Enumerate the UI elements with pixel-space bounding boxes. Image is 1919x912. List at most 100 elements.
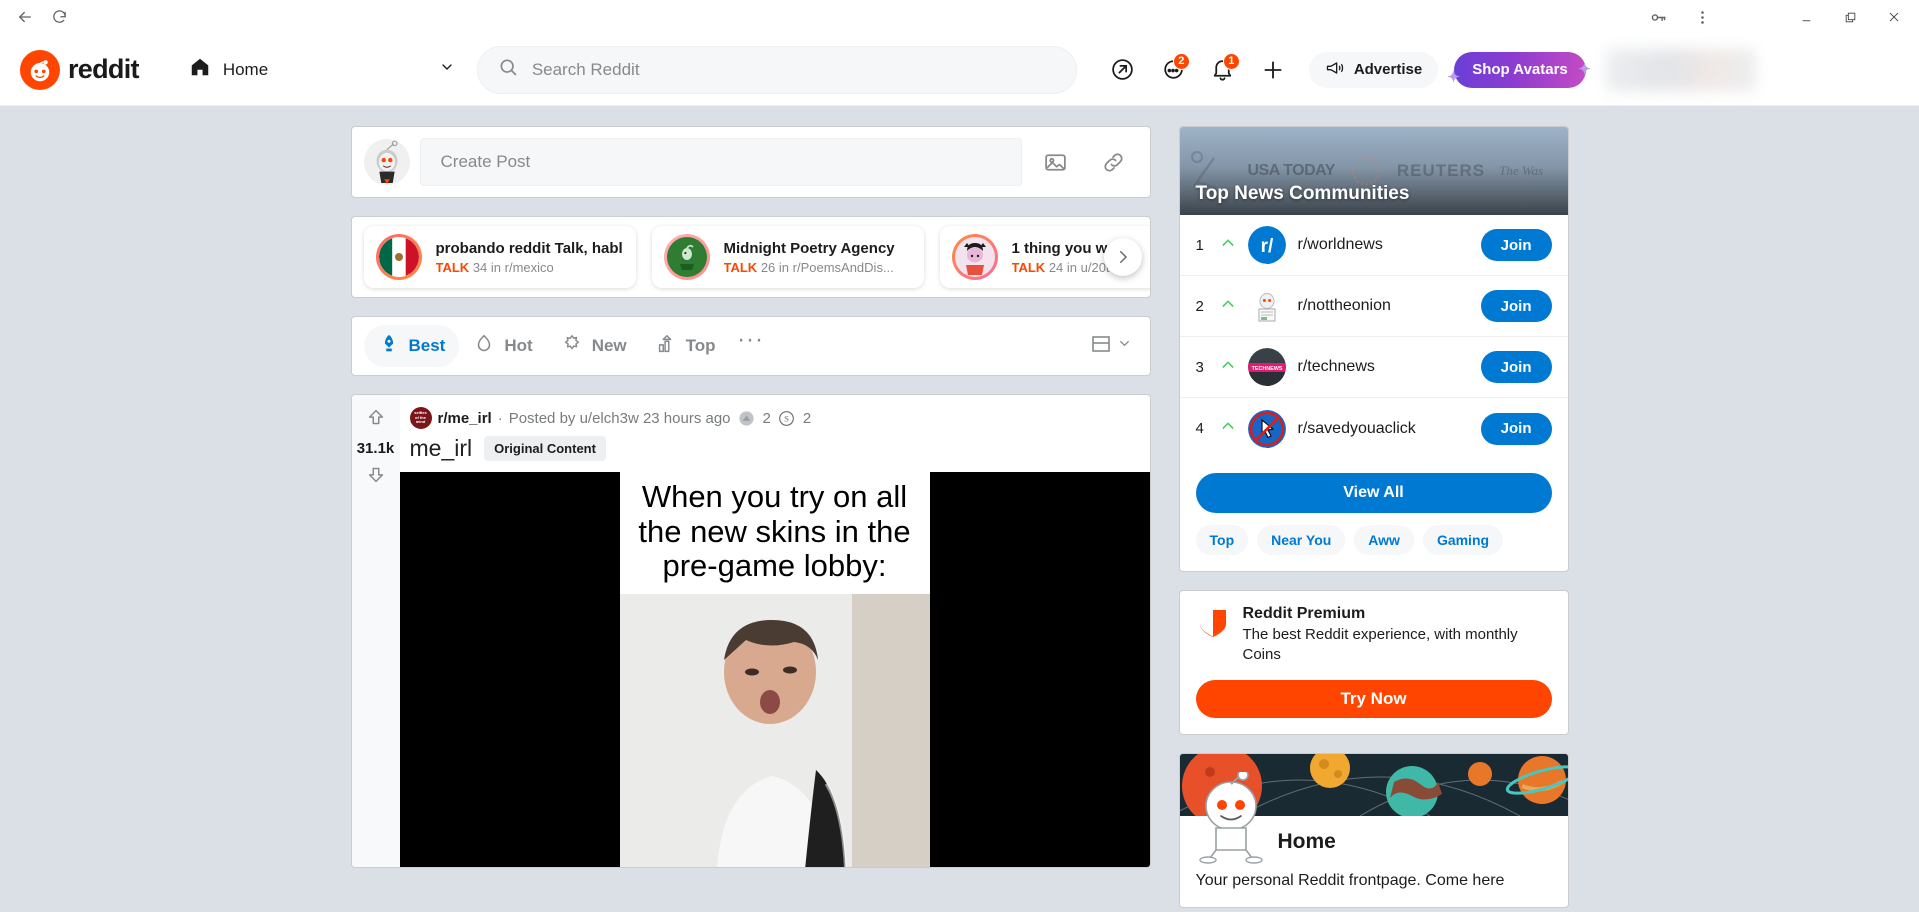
reddit-r-slash-icon: r/: [1247, 226, 1286, 264]
join-button[interactable]: Join: [1480, 229, 1552, 261]
flame-icon: [473, 333, 495, 360]
premium-title: Reddit Premium: [1242, 605, 1366, 622]
main-feed: probando reddit Talk, habl TALK 34 in r/…: [350, 126, 1151, 912]
reuters-logo: REUTERS: [1396, 161, 1486, 180]
search-icon: [498, 57, 518, 82]
sort-tab-best[interactable]: Best: [363, 325, 460, 367]
advertise-button[interactable]: Advertise: [1308, 51, 1439, 88]
link-icon[interactable]: [1090, 138, 1138, 186]
rocket-icon: [378, 333, 400, 360]
community-rank: 3: [1195, 358, 1204, 376]
community-row[interactable]: 4 r/savedyouaclick Join: [1180, 398, 1568, 459]
shop-avatars-button[interactable]: ✦ ✦ Shop Avatars: [1447, 51, 1591, 88]
community-rank: 1: [1195, 236, 1204, 254]
chevron-right-icon[interactable]: [1103, 238, 1142, 276]
reload-icon[interactable]: [42, 2, 76, 32]
try-now-button[interactable]: Try Now: [1195, 679, 1552, 718]
coin-award-icon[interactable]: S: [777, 408, 797, 428]
talk-card[interactable]: Midnight Poetry Agency TALK 26 in r/Poem…: [651, 226, 924, 288]
close-icon[interactable]: [1873, 1, 1915, 33]
silver-award-icon[interactable]: [737, 408, 757, 428]
chip-top[interactable]: Top: [1195, 525, 1249, 555]
view-all-button[interactable]: View All: [1195, 473, 1552, 513]
search-bar[interactable]: [476, 45, 1077, 94]
sort-tab-new[interactable]: New: [547, 325, 641, 367]
home-card-body: Home Your personal Reddit frontpage. Com…: [1180, 768, 1568, 908]
upvote-caret-icon: [1220, 418, 1236, 439]
plus-icon[interactable]: [1251, 48, 1295, 92]
meme-photo: [619, 594, 930, 867]
header-actions: 2 1 Advertise ✦ ✦ Shop Avatars: [1101, 48, 1756, 92]
chat-badge: 2: [1172, 52, 1190, 70]
silver-award-count: 2: [762, 409, 771, 427]
back-arrow-icon[interactable]: [8, 2, 42, 32]
reddit-logo-icon: [20, 49, 60, 90]
talk-listeners: 24 in u/20t: [1048, 259, 1110, 275]
user-avatar-menu[interactable]: [1605, 48, 1756, 91]
community-rank: 2: [1195, 297, 1204, 315]
create-post-input[interactable]: [419, 138, 1022, 186]
user-avatar-snoo[interactable]: [363, 139, 410, 185]
post-author-time: Posted by u/elch3w 23 hours ago: [508, 409, 731, 427]
minimize-icon[interactable]: [1785, 1, 1827, 33]
key-icon[interactable]: [1641, 2, 1675, 32]
talk-title: probando reddit Talk, habl: [435, 239, 623, 257]
upvote-caret-icon: [1220, 296, 1236, 317]
premium-description: The best Reddit experience, with monthly…: [1242, 626, 1518, 664]
downvote-arrow-icon[interactable]: [365, 463, 387, 490]
community-name: r/nottheonion: [1297, 297, 1391, 314]
post-main: selfies of the mind r/me_irl · Posted by u…: [399, 395, 1150, 867]
create-post-bar: [350, 126, 1151, 198]
restore-icon[interactable]: [1829, 1, 1871, 33]
talk-card[interactable]: probando reddit Talk, habl TALK 34 in r/…: [363, 226, 636, 288]
community-name: r/technews: [1297, 358, 1375, 375]
layout-switcher[interactable]: [1089, 332, 1138, 361]
subreddit-avatar: selfies of the mind: [409, 407, 432, 429]
subreddit-link[interactable]: r/me_irl: [438, 410, 492, 427]
green-snoo-avatar: [663, 234, 710, 280]
sort-tab-hot[interactable]: Hot: [459, 325, 546, 367]
vote-count: 31.1k: [356, 440, 395, 457]
washington-post-logo: The Was: [1499, 163, 1544, 178]
vote-column: 31.1k: [351, 395, 400, 867]
community-row[interactable]: 1 r/ r/worldnews Join: [1179, 215, 1568, 276]
bell-icon[interactable]: 1: [1201, 48, 1245, 92]
search-input[interactable]: [531, 59, 1056, 80]
post-title[interactable]: me_irl: [410, 435, 473, 462]
sort-tab-label: Top: [685, 336, 716, 355]
community-dropdown[interactable]: Home: [177, 47, 467, 93]
community-row[interactable]: 2 r/nottheonion Join: [1179, 276, 1568, 337]
svg-text:r/: r/: [1260, 236, 1273, 257]
chip-near-you[interactable]: Near You: [1257, 525, 1346, 555]
image-icon[interactable]: [1032, 138, 1080, 186]
reddit-logo[interactable]: reddit: [20, 49, 140, 90]
advertise-label: Advertise: [1353, 61, 1423, 78]
sparkle-icon: ✦: [1447, 68, 1460, 86]
sort-tab-label: Best: [408, 336, 446, 355]
megaphone-icon: [1325, 58, 1345, 82]
reddit-header: reddit Home 2 1: [0, 34, 1919, 106]
chip-aww[interactable]: Aww: [1354, 525, 1414, 555]
community-row[interactable]: 3 TECHNEWS r/technews Join: [1179, 337, 1568, 398]
premium-shield-icon: [1196, 605, 1230, 666]
news-card-title: Top News Communities: [1195, 183, 1410, 204]
upvote-arrow-icon[interactable]: [365, 407, 387, 434]
community-rank: 4: [1195, 420, 1204, 437]
chip-gaming[interactable]: Gaming: [1422, 525, 1504, 555]
top-news-communities-card: USA TODAY REUTERS The Was Top News Commu…: [1178, 126, 1569, 572]
kebab-menu-icon[interactable]: [1685, 2, 1719, 32]
meme-image: When you try on all the new skins in the…: [619, 472, 930, 867]
join-button[interactable]: Join: [1480, 412, 1552, 445]
shop-avatars-label: Shop Avatars: [1472, 61, 1568, 78]
popular-icon[interactable]: [1101, 48, 1145, 92]
chat-bubble-icon[interactable]: 2: [1151, 48, 1195, 92]
category-chips: Top Near You Aww Gaming: [1180, 525, 1568, 571]
join-button[interactable]: Join: [1480, 351, 1552, 383]
join-button[interactable]: Join: [1480, 290, 1552, 322]
card-layout-icon: [1089, 332, 1113, 361]
post-media[interactable]: When you try on all the new skins in the…: [399, 472, 1150, 867]
ellipsis-icon[interactable]: ···: [730, 325, 772, 367]
chevron-down-icon: [439, 59, 455, 80]
sort-tab-top[interactable]: Top: [641, 325, 730, 367]
sort-bar: Best Hot New Top ···: [350, 316, 1151, 376]
